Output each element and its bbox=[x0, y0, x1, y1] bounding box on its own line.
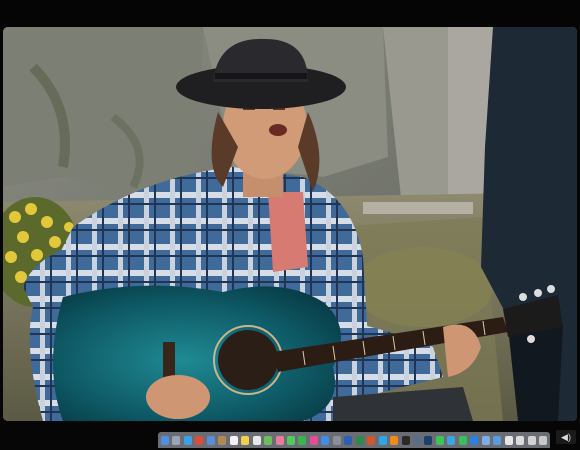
maps-icon[interactable] bbox=[264, 435, 273, 445]
spotify-icon[interactable] bbox=[458, 435, 467, 445]
dock bbox=[158, 432, 550, 448]
downloads-icon[interactable] bbox=[493, 435, 502, 445]
messages-icon[interactable] bbox=[286, 435, 295, 445]
facetime-icon[interactable] bbox=[298, 435, 307, 445]
photoshop-icon[interactable] bbox=[424, 435, 433, 445]
video-scene bbox=[3, 27, 577, 421]
word-icon[interactable] bbox=[344, 435, 353, 445]
powerpoint-icon[interactable] bbox=[367, 435, 376, 445]
preferences-icon[interactable] bbox=[332, 435, 341, 445]
mail-icon[interactable] bbox=[206, 435, 215, 445]
dropbox-icon[interactable] bbox=[470, 435, 479, 445]
chrome-icon[interactable] bbox=[195, 435, 204, 445]
skype-icon[interactable] bbox=[378, 435, 387, 445]
document-icon-3[interactable] bbox=[527, 435, 536, 445]
photos-icon[interactable] bbox=[275, 435, 284, 445]
itunes-icon[interactable] bbox=[309, 435, 318, 445]
app-store-icon[interactable] bbox=[321, 435, 330, 445]
document-icon[interactable] bbox=[504, 435, 513, 445]
quicktime-icon[interactable] bbox=[412, 435, 421, 445]
trash-icon[interactable] bbox=[538, 435, 547, 445]
speaker-icon[interactable]: ◀) bbox=[556, 430, 576, 444]
safari-icon[interactable] bbox=[183, 435, 192, 445]
video-frame[interactable] bbox=[3, 27, 577, 421]
telegram-icon[interactable] bbox=[447, 435, 456, 445]
excel-icon[interactable] bbox=[355, 435, 364, 445]
vlc-icon[interactable] bbox=[390, 435, 399, 445]
finder-icon[interactable] bbox=[161, 435, 169, 445]
notes-icon[interactable] bbox=[241, 435, 250, 445]
document-icon-2[interactable] bbox=[516, 435, 525, 445]
calendar-icon[interactable] bbox=[229, 435, 238, 445]
whatsapp-icon[interactable] bbox=[435, 435, 444, 445]
top-black-bar bbox=[0, 0, 580, 27]
reminders-icon[interactable] bbox=[252, 435, 261, 445]
terminal-icon[interactable] bbox=[401, 435, 410, 445]
contacts-icon[interactable] bbox=[218, 435, 227, 445]
folder-icon[interactable] bbox=[481, 435, 490, 445]
launchpad-icon[interactable] bbox=[172, 435, 181, 445]
screen-frame: ◀) bbox=[0, 0, 580, 450]
